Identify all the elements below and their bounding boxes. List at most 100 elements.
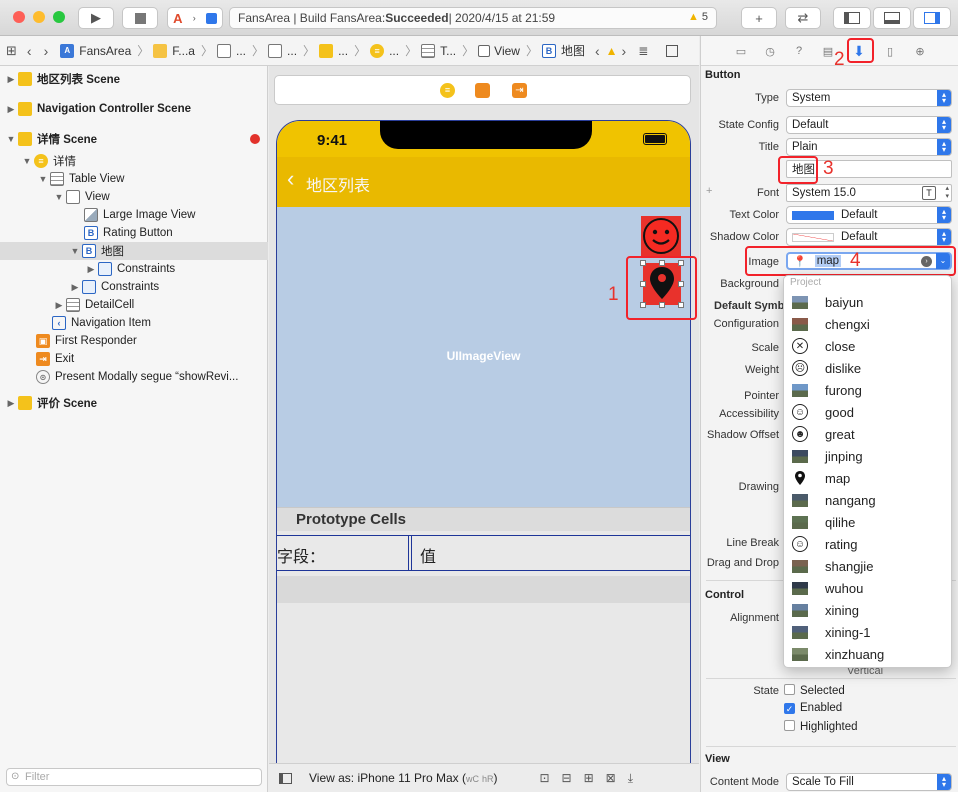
rating-button[interactable]: [641, 216, 681, 256]
detail-cell[interactable]: 字段： 值: [277, 535, 690, 571]
breadcrumb-controller[interactable]: ≡...: [370, 43, 399, 58]
image-option-qilihe[interactable]: qilihe: [784, 511, 953, 533]
content-mode-popup[interactable]: Scale To Fill ▴ ▾: [786, 773, 952, 791]
font-stepper-icon[interactable]: ▴ ▾: [945, 185, 949, 201]
chevron-left-icon[interactable]: ‹: [595, 43, 600, 59]
back-button-label[interactable]: 地区列表: [306, 172, 370, 196]
breadcrumb-storyboard[interactable]: ...: [217, 43, 246, 58]
exit-icon[interactable]: ⇥: [512, 83, 527, 98]
minimap-icon[interactable]: ≣: [638, 44, 648, 58]
image-option-shangjie[interactable]: shangjie: [784, 555, 953, 577]
outline-row-detail-controller[interactable]: ▼ ≡ 详情: [0, 152, 268, 170]
image-option-nangang[interactable]: nangang: [784, 489, 953, 511]
outline-row-segue[interactable]: ⊙ Present Modally segue “showRevi...: [0, 368, 268, 386]
warning-icon[interactable]: ▲: [606, 44, 618, 58]
add-editor-icon[interactable]: [666, 44, 679, 57]
toggle-inspector-button[interactable]: [913, 7, 951, 29]
resolve-issues-icon[interactable]: ⊠: [606, 771, 616, 785]
disclosure-triangle-icon[interactable]: ▶: [6, 398, 16, 409]
title-style-popup[interactable]: Plain ▴ ▾: [786, 138, 952, 156]
image-option-xining-1[interactable]: xining-1: [784, 621, 953, 643]
back-arrow-icon[interactable]: ‹: [27, 43, 32, 59]
image-option-baiyun[interactable]: baiyun: [784, 291, 953, 313]
error-badge-icon[interactable]: [250, 134, 260, 144]
document-outline-toggle-icon[interactable]: [279, 772, 292, 784]
embed-in-icon[interactable]: ⤓: [628, 771, 633, 786]
outline-row-rating-button[interactable]: B Rating Button: [0, 224, 268, 242]
disclosure-triangle-icon[interactable]: ▶: [86, 264, 96, 275]
image-option-furong[interactable]: furong: [784, 379, 953, 401]
outline-row-large-image-view[interactable]: Large Image View: [0, 206, 268, 224]
selected-checkbox[interactable]: Selected: [784, 684, 845, 697]
minimize-window-button[interactable]: [33, 11, 45, 23]
breadcrumb-view[interactable]: View: [478, 44, 520, 58]
quick-help-icon[interactable]: ?: [792, 44, 806, 58]
image-option-close[interactable]: ✕ close: [784, 335, 953, 357]
image-option-chengxi[interactable]: chengxi: [784, 313, 953, 335]
add-variation-icon[interactable]: +: [706, 185, 712, 197]
update-frames-icon[interactable]: ⊡: [539, 771, 549, 785]
toggle-debug-area-button[interactable]: [873, 7, 911, 29]
run-button[interactable]: ▶: [78, 7, 114, 29]
outline-row-region-list-scene[interactable]: ▶ 地区列表 Scene: [0, 70, 268, 88]
image-option-xining[interactable]: xining: [784, 599, 953, 621]
zoom-window-button[interactable]: [53, 11, 65, 23]
close-window-button[interactable]: [13, 11, 25, 23]
identity-inspector-icon[interactable]: ▤: [821, 44, 835, 58]
font-picker-icon[interactable]: T: [922, 186, 936, 200]
enabled-checkbox[interactable]: ✓ Enabled: [784, 702, 842, 714]
history-inspector-icon[interactable]: ◷: [763, 44, 777, 58]
toggle-navigator-button[interactable]: [833, 7, 871, 29]
outline-row-first-responder[interactable]: ▣ First Responder: [0, 332, 268, 350]
disclosure-open-icon[interactable]: ▼: [38, 174, 48, 184]
image-option-jinping[interactable]: jinping: [784, 445, 953, 467]
outline-row-constraints[interactable]: ▶ Constraints: [0, 278, 268, 296]
outline-row-navigation-item[interactable]: ‹ Navigation Item: [0, 314, 268, 332]
storyboard-canvas[interactable]: ≡ ⇥ 9:41 ‹ 地区列表 UIImageView Prototype Ce…: [269, 66, 699, 792]
disclosure-open-icon[interactable]: ▼: [22, 156, 32, 166]
stop-button[interactable]: [122, 7, 158, 29]
image-option-xinzhuang[interactable]: xinzhuang: [784, 643, 953, 665]
disclosure-open-icon[interactable]: ▼: [54, 192, 64, 202]
outline-row-map-button[interactable]: ▼ B 地图: [0, 242, 268, 260]
library-button[interactable]: +: [741, 7, 777, 29]
outline-row-table-view[interactable]: ▼ Table View: [0, 170, 268, 188]
disclosure-triangle-icon[interactable]: ▶: [70, 282, 80, 293]
image-option-great[interactable]: ☻ great: [784, 423, 953, 445]
image-option-wuhou[interactable]: wuhou: [784, 577, 953, 599]
scheme-selector[interactable]: A ›: [167, 7, 223, 29]
disclosure-triangle-icon[interactable]: ▶: [6, 104, 16, 115]
image-option-map[interactable]: map: [784, 467, 953, 489]
image-option-dislike[interactable]: ☹ dislike: [784, 357, 953, 379]
breadcrumb-button[interactable]: B 地图: [541, 42, 585, 59]
text-color-popup[interactable]: Default ▴ ▾: [786, 206, 952, 224]
chevron-right-icon[interactable]: ›: [622, 43, 627, 59]
breadcrumb-scene[interactable]: ...: [319, 43, 348, 58]
back-chevron-icon[interactable]: ‹: [287, 166, 294, 192]
shadow-color-popup[interactable]: Default ▴ ▾: [786, 228, 952, 246]
outline-row-constraints-inner[interactable]: ▶ Constraints: [0, 260, 268, 278]
breadcrumb-project[interactable]: A FansArea: [60, 43, 131, 58]
align-icon[interactable]: ⊟: [562, 771, 572, 785]
large-image-view[interactable]: UIImageView: [277, 207, 690, 507]
outline-filter-field[interactable]: ⊙ Filter: [6, 768, 262, 786]
add-constraints-icon[interactable]: ⊞: [584, 771, 594, 785]
image-option-good[interactable]: ☺ good: [784, 401, 953, 423]
forward-arrow-icon[interactable]: ›: [44, 43, 49, 59]
outline-row-view[interactable]: ▼ View: [0, 188, 268, 206]
outline-row-navigation-controller-scene[interactable]: ▶ Navigation Controller Scene: [0, 100, 268, 118]
type-popup[interactable]: System ▴ ▾: [786, 89, 952, 107]
first-responder-icon[interactable]: [475, 83, 490, 98]
outline-row-review-scene[interactable]: ▶ 评价 Scene: [0, 394, 268, 412]
view-controller-icon[interactable]: ≡: [440, 83, 455, 98]
outline-row-detail-cell[interactable]: ▶ DetailCell: [0, 296, 268, 314]
breadcrumb-folder[interactable]: F...a: [153, 43, 195, 58]
breadcrumb-file[interactable]: ...: [268, 43, 297, 58]
font-field[interactable]: System 15.0 T ▴ ▾: [786, 184, 952, 202]
outline-row-exit[interactable]: ⇥ Exit: [0, 350, 268, 368]
highlighted-checkbox[interactable]: Highlighted: [784, 720, 858, 733]
image-option-rating[interactable]: ☺ rating: [784, 533, 953, 555]
outline-row-detail-scene[interactable]: ▼ 详情 Scene: [0, 130, 268, 148]
view-as-device-button[interactable]: View as: iPhone 11 Pro Max (wC hR): [309, 771, 497, 785]
breadcrumb-tableview[interactable]: T...: [421, 43, 456, 58]
